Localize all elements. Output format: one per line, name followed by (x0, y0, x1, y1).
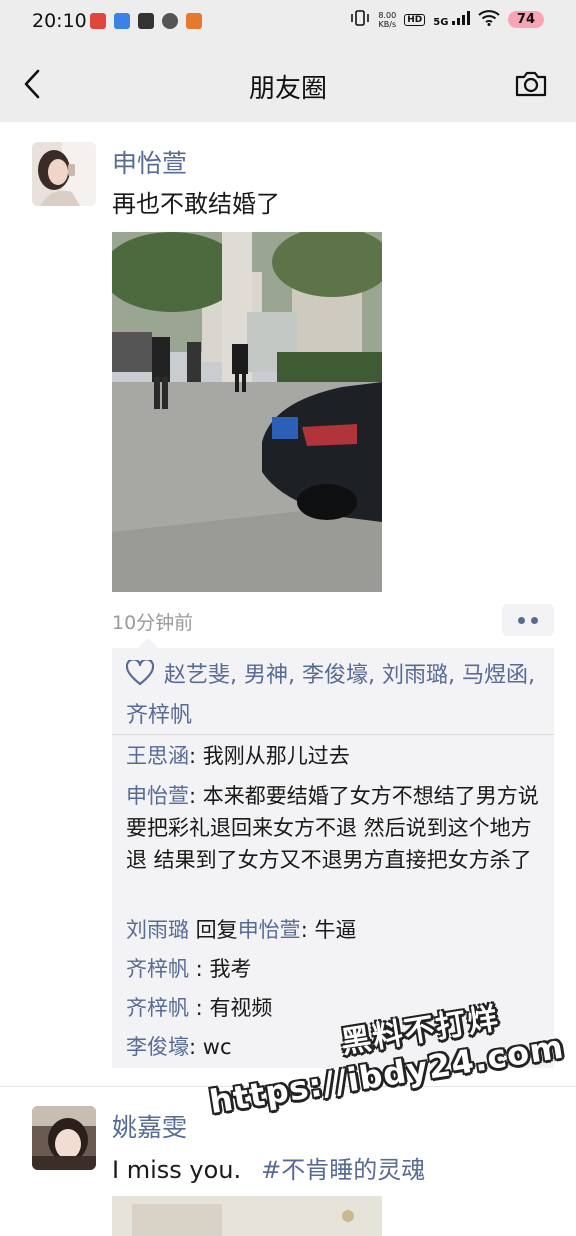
post-text-body: I miss you. (112, 1156, 242, 1184)
post-hashtag[interactable]: #不肯睡的灵魂 (261, 1156, 425, 1184)
avatar[interactable] (32, 1106, 96, 1170)
post-photo[interactable] (112, 1196, 382, 1236)
post-text: I miss you. #不肯睡的灵魂 (112, 1150, 425, 1185)
post-author[interactable]: 姚嘉雯 (112, 1108, 187, 1144)
moment-post: 姚嘉雯 I miss you. #不肯睡的灵魂 (0, 0, 576, 1236)
